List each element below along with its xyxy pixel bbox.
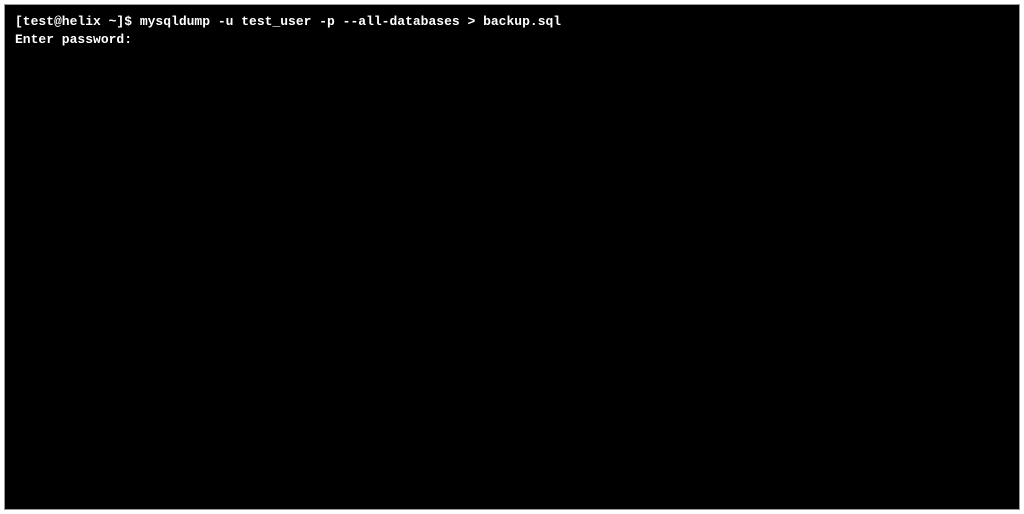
terminal-window[interactable]: [test@helix ~]$ mysqldump -u test_user -… xyxy=(4,4,1020,510)
shell-command: mysqldump -u test_user -p --all-database… xyxy=(140,14,561,29)
terminal-command-line: [test@helix ~]$ mysqldump -u test_user -… xyxy=(15,13,1009,31)
shell-prompt: [test@helix ~]$ xyxy=(15,14,140,29)
password-prompt: Enter password: xyxy=(15,32,132,47)
terminal-password-line: Enter password: xyxy=(15,31,1009,49)
